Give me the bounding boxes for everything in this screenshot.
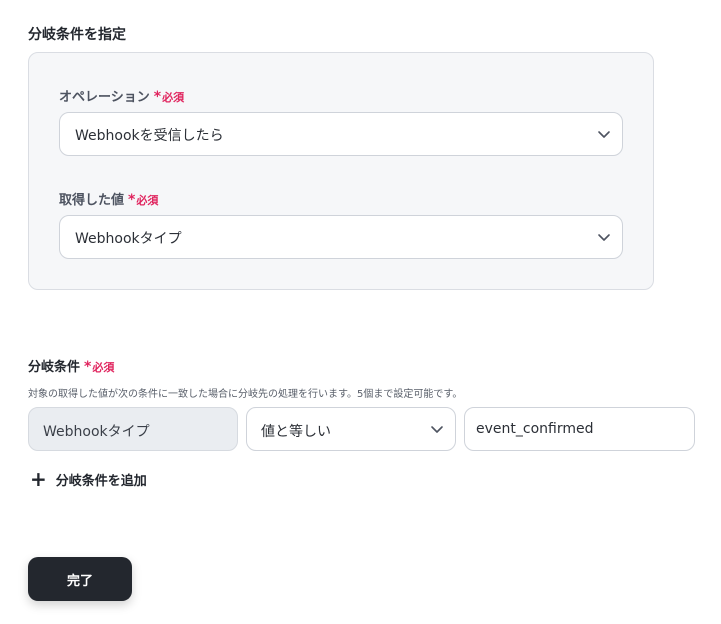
condition-value-text: event_confirmed: [476, 421, 594, 437]
required-text: 必須: [92, 361, 115, 374]
acquired-value-select[interactable]: Webhookタイプ: [59, 215, 623, 259]
conditions-title-text: 分岐条件: [28, 360, 81, 375]
condition-value-input[interactable]: event_confirmed: [464, 407, 695, 451]
required-mark: *: [84, 359, 92, 375]
required-mark: *: [153, 89, 162, 105]
add-condition-button[interactable]: + 分岐条件を追加: [30, 468, 147, 490]
required-text: 必須: [162, 91, 185, 104]
condition-operator-value: 値と等しい: [261, 424, 331, 440]
condition-operator-select[interactable]: 値と等しい: [246, 407, 456, 451]
required-text: 必須: [136, 194, 159, 207]
chevron-down-icon: [597, 127, 611, 141]
conditions-title: 分岐条件 *必須: [28, 356, 114, 375]
operation-label-text: オペレーション: [59, 90, 150, 105]
section-title: 分岐条件を指定: [28, 27, 126, 43]
plus-icon: +: [30, 467, 47, 491]
condition-field: Webhookタイプ: [28, 407, 238, 451]
required-mark: *: [128, 192, 136, 208]
operation-select[interactable]: Webhookを受信したら: [59, 112, 623, 156]
done-button[interactable]: 完了: [28, 557, 132, 601]
acquired-value-select-value: Webhookタイプ: [75, 231, 182, 247]
condition-field-value: Webhookタイプ: [43, 424, 150, 440]
chevron-down-icon: [597, 230, 611, 244]
operation-select-value: Webhookを受信したら: [75, 128, 224, 144]
chevron-down-icon: [430, 422, 444, 436]
add-condition-label: 分岐条件を追加: [55, 473, 147, 489]
acquired-value-label-text: 取得した値: [59, 193, 125, 208]
operation-label: オペレーション *必須: [59, 86, 184, 105]
acquired-value-label: 取得した値 *必須: [59, 189, 158, 208]
conditions-description: 対象の取得した値が次の条件に一致した場合に分岐先の処理を行います。5個まで設定可…: [28, 389, 463, 400]
